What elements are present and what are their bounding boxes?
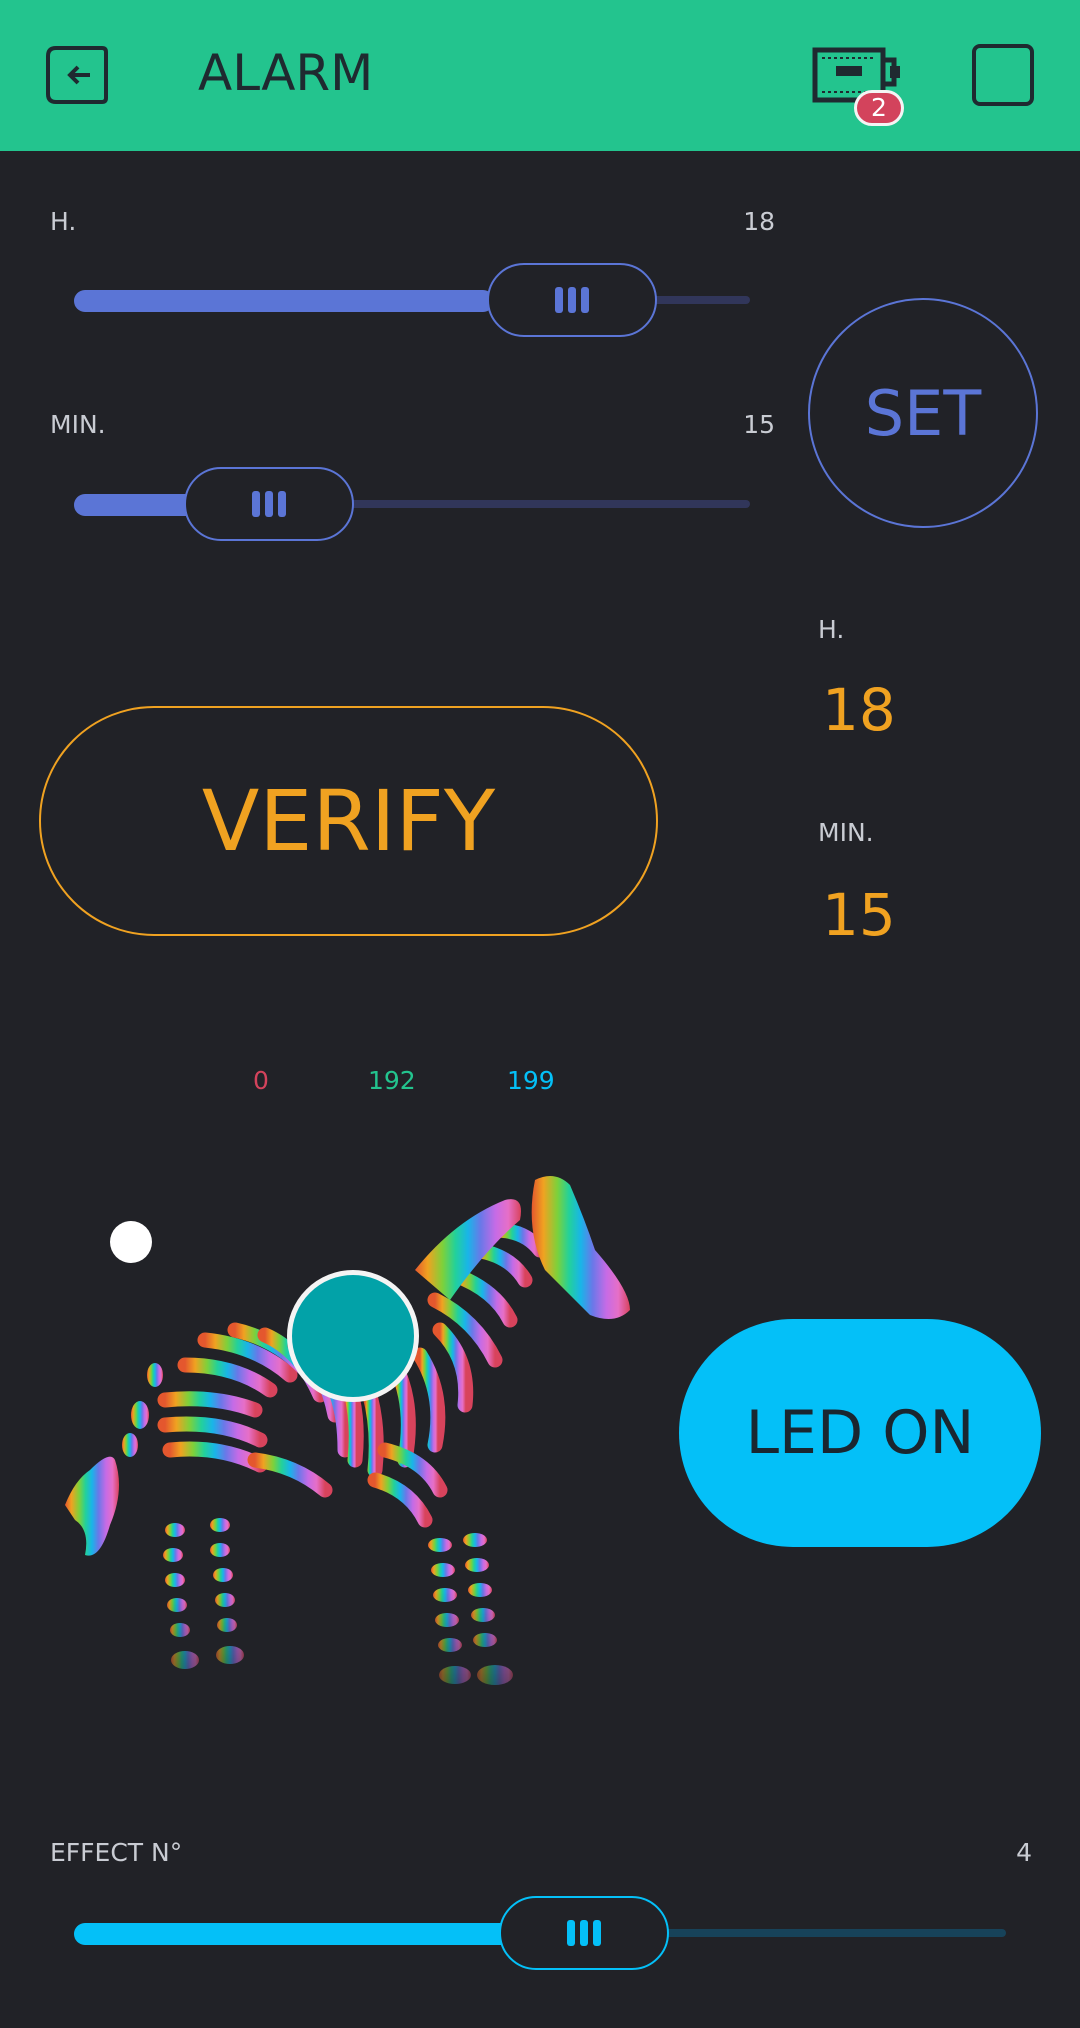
minute-slider-label: MIN. — [50, 410, 106, 439]
exit-icon[interactable] — [44, 44, 110, 106]
minute-display-label: MIN. — [818, 818, 874, 847]
brightness-dot[interactable] — [110, 1221, 152, 1263]
color-picker[interactable] — [55, 1160, 655, 1730]
hour-slider-fill — [74, 290, 494, 312]
rgb-red-value: 0 — [253, 1066, 269, 1095]
page-title: ALARM — [198, 44, 374, 102]
device-count-badge: 2 — [854, 90, 904, 126]
hour-display-value: 18 — [822, 676, 896, 744]
minute-slider-value: 15 — [743, 410, 775, 439]
rgb-green-value: 192 — [368, 1066, 416, 1095]
minute-slider-thumb[interactable] — [184, 467, 354, 541]
set-button[interactable]: SET — [808, 298, 1038, 528]
hour-display-label: H. — [818, 615, 845, 644]
square-icon[interactable] — [972, 44, 1034, 106]
grip-icon — [555, 287, 589, 313]
color-cursor-handle[interactable] — [287, 1270, 419, 1402]
led-on-button[interactable]: LED ON — [679, 1319, 1041, 1547]
effect-slider-value: 4 — [1016, 1838, 1032, 1867]
effect-slider-fill — [74, 1923, 514, 1945]
verify-button[interactable]: VERIFY — [39, 706, 658, 936]
hour-slider-label: H. — [50, 207, 77, 236]
hour-slider-value: 18 — [743, 207, 775, 236]
effect-slider-label: EFFECT N° — [50, 1838, 183, 1867]
hour-slider-thumb[interactable] — [487, 263, 657, 337]
rgb-blue-value: 199 — [507, 1066, 555, 1095]
device-icon[interactable]: 2 — [812, 44, 904, 130]
effect-slider-thumb[interactable] — [499, 1896, 669, 1970]
app-header: ALARM 2 — [0, 0, 1080, 151]
grip-icon — [252, 491, 286, 517]
grip-icon — [567, 1920, 601, 1946]
minute-display-value: 15 — [822, 881, 896, 949]
